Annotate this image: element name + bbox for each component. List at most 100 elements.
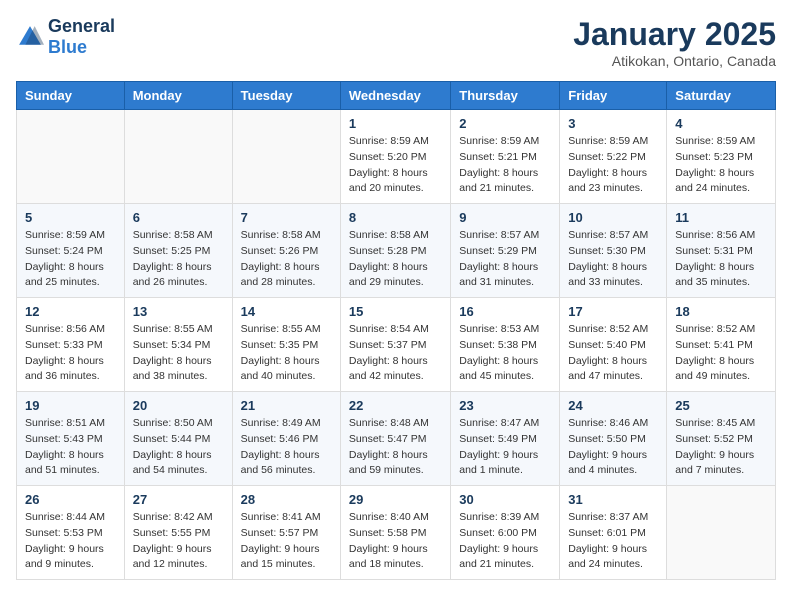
day-number: 13 xyxy=(133,304,224,319)
day-info: Sunrise: 8:55 AM Sunset: 5:34 PM Dayligh… xyxy=(133,322,224,385)
day-number: 30 xyxy=(459,492,551,507)
calendar-cell: 29 Sunrise: 8:40 AM Sunset: 5:58 PM Dayli… xyxy=(340,486,450,580)
day-number: 6 xyxy=(133,210,224,225)
calendar-week-row: 12 Sunrise: 8:56 AM Sunset: 5:33 PM Dayli… xyxy=(17,298,776,392)
day-info: Sunrise: 8:41 AM Sunset: 5:57 PM Dayligh… xyxy=(241,510,332,573)
day-number: 19 xyxy=(25,398,116,413)
day-number: 14 xyxy=(241,304,332,319)
day-info: Sunrise: 8:37 AM Sunset: 6:01 PM Dayligh… xyxy=(568,510,658,573)
calendar-cell: 1 Sunrise: 8:59 AM Sunset: 5:20 PM Daylig… xyxy=(340,110,450,204)
calendar-cell: 19 Sunrise: 8:51 AM Sunset: 5:43 PM Dayli… xyxy=(17,392,125,486)
calendar-cell xyxy=(667,486,776,580)
calendar-cell: 10 Sunrise: 8:57 AM Sunset: 5:30 PM Dayli… xyxy=(560,204,667,298)
day-number: 17 xyxy=(568,304,658,319)
weekday-header: Wednesday xyxy=(340,82,450,110)
calendar-cell: 6 Sunrise: 8:58 AM Sunset: 5:25 PM Daylig… xyxy=(124,204,232,298)
day-number: 27 xyxy=(133,492,224,507)
logo-general: General xyxy=(48,16,115,36)
calendar-cell: 18 Sunrise: 8:52 AM Sunset: 5:41 PM Dayli… xyxy=(667,298,776,392)
day-number: 5 xyxy=(25,210,116,225)
calendar-cell: 31 Sunrise: 8:37 AM Sunset: 6:01 PM Dayli… xyxy=(560,486,667,580)
day-number: 11 xyxy=(675,210,767,225)
calendar-cell: 16 Sunrise: 8:53 AM Sunset: 5:38 PM Dayli… xyxy=(451,298,560,392)
calendar-cell: 2Sunrise: 8:59 AM Sunset: 5:21 PM Daylig… xyxy=(451,110,560,204)
calendar-cell: 14 Sunrise: 8:55 AM Sunset: 5:35 PM Dayli… xyxy=(232,298,340,392)
calendar-cell: 26Sunrise: 8:44 AM Sunset: 5:53 PM Dayli… xyxy=(17,486,125,580)
day-info: Sunrise: 8:59 AM Sunset: 5:20 PM Dayligh… xyxy=(349,134,442,197)
day-number: 7 xyxy=(241,210,332,225)
day-number: 10 xyxy=(568,210,658,225)
calendar-cell: 3 Sunrise: 8:59 AM Sunset: 5:22 PM Daylig… xyxy=(560,110,667,204)
day-number: 24 xyxy=(568,398,658,413)
day-info: Sunrise: 8:55 AM Sunset: 5:35 PM Dayligh… xyxy=(241,322,332,385)
day-info: Sunrise: 8:58 AM Sunset: 5:25 PM Dayligh… xyxy=(133,228,224,291)
calendar-week-row: 1 Sunrise: 8:59 AM Sunset: 5:20 PM Daylig… xyxy=(17,110,776,204)
day-number: 20 xyxy=(133,398,224,413)
day-info: Sunrise: 8:53 AM Sunset: 5:38 PM Dayligh… xyxy=(459,322,551,385)
day-info: Sunrise: 8:56 AM Sunset: 5:33 PM Dayligh… xyxy=(25,322,116,385)
day-info: Sunrise: 8:57 AM Sunset: 5:29 PM Dayligh… xyxy=(459,228,551,291)
day-info: Sunrise: 8:48 AM Sunset: 5:47 PM Dayligh… xyxy=(349,416,442,479)
calendar-cell: 5 Sunrise: 8:59 AM Sunset: 5:24 PM Daylig… xyxy=(17,204,125,298)
calendar-cell: 27 Sunrise: 8:42 AM Sunset: 5:55 PM Dayli… xyxy=(124,486,232,580)
calendar-cell: 13 Sunrise: 8:55 AM Sunset: 5:34 PM Dayli… xyxy=(124,298,232,392)
calendar-cell: 4Sunrise: 8:59 AM Sunset: 5:23 PM Daylig… xyxy=(667,110,776,204)
day-info: Sunrise: 8:51 AM Sunset: 5:43 PM Dayligh… xyxy=(25,416,116,479)
calendar-cell: 8Sunrise: 8:58 AM Sunset: 5:28 PM Daylig… xyxy=(340,204,450,298)
day-number: 29 xyxy=(349,492,442,507)
calendar-week-row: 5 Sunrise: 8:59 AM Sunset: 5:24 PM Daylig… xyxy=(17,204,776,298)
calendar-cell: 12 Sunrise: 8:56 AM Sunset: 5:33 PM Dayli… xyxy=(17,298,125,392)
calendar-cell: 24 Sunrise: 8:46 AM Sunset: 5:50 PM Dayli… xyxy=(560,392,667,486)
day-number: 18 xyxy=(675,304,767,319)
calendar-cell: 9Sunrise: 8:57 AM Sunset: 5:29 PM Daylig… xyxy=(451,204,560,298)
calendar-cell: 17 Sunrise: 8:52 AM Sunset: 5:40 PM Dayli… xyxy=(560,298,667,392)
logo-blue: Blue xyxy=(48,37,87,57)
day-info: Sunrise: 8:44 AM Sunset: 5:53 PM Dayligh… xyxy=(25,510,116,573)
calendar-cell: 28 Sunrise: 8:41 AM Sunset: 5:57 PM Dayli… xyxy=(232,486,340,580)
day-number: 16 xyxy=(459,304,551,319)
day-info: Sunrise: 8:58 AM Sunset: 5:26 PM Dayligh… xyxy=(241,228,332,291)
day-number: 23 xyxy=(459,398,551,413)
day-info: Sunrise: 8:59 AM Sunset: 5:22 PM Dayligh… xyxy=(568,134,658,197)
day-info: Sunrise: 8:57 AM Sunset: 5:30 PM Dayligh… xyxy=(568,228,658,291)
logo-text: General Blue xyxy=(48,16,115,58)
day-info: Sunrise: 8:45 AM Sunset: 5:52 PM Dayligh… xyxy=(675,416,767,479)
day-number: 1 xyxy=(349,116,442,131)
day-info: Sunrise: 8:59 AM Sunset: 5:24 PM Dayligh… xyxy=(25,228,116,291)
day-info: Sunrise: 8:50 AM Sunset: 5:44 PM Dayligh… xyxy=(133,416,224,479)
day-info: Sunrise: 8:47 AM Sunset: 5:49 PM Dayligh… xyxy=(459,416,551,479)
calendar-week-row: 26Sunrise: 8:44 AM Sunset: 5:53 PM Dayli… xyxy=(17,486,776,580)
weekday-header: Tuesday xyxy=(232,82,340,110)
day-number: 21 xyxy=(241,398,332,413)
calendar-cell: 11Sunrise: 8:56 AM Sunset: 5:31 PM Dayli… xyxy=(667,204,776,298)
calendar-cell xyxy=(17,110,125,204)
day-info: Sunrise: 8:49 AM Sunset: 5:46 PM Dayligh… xyxy=(241,416,332,479)
day-number: 31 xyxy=(568,492,658,507)
month-title: January 2025 xyxy=(573,16,776,53)
day-number: 28 xyxy=(241,492,332,507)
calendar-table: SundayMondayTuesdayWednesdayThursdayFrid… xyxy=(16,81,776,580)
day-number: 25 xyxy=(675,398,767,413)
calendar-cell: 7 Sunrise: 8:58 AM Sunset: 5:26 PM Daylig… xyxy=(232,204,340,298)
page-header: General Blue January 2025 Atikokan, Onta… xyxy=(16,16,776,69)
weekday-header: Sunday xyxy=(17,82,125,110)
logo-icon xyxy=(16,23,44,51)
day-number: 8 xyxy=(349,210,442,225)
day-info: Sunrise: 8:52 AM Sunset: 5:40 PM Dayligh… xyxy=(568,322,658,385)
day-info: Sunrise: 8:39 AM Sunset: 6:00 PM Dayligh… xyxy=(459,510,551,573)
title-block: January 2025 Atikokan, Ontario, Canada xyxy=(573,16,776,69)
day-info: Sunrise: 8:46 AM Sunset: 5:50 PM Dayligh… xyxy=(568,416,658,479)
day-info: Sunrise: 8:40 AM Sunset: 5:58 PM Dayligh… xyxy=(349,510,442,573)
day-number: 12 xyxy=(25,304,116,319)
calendar-cell: 15Sunrise: 8:54 AM Sunset: 5:37 PM Dayli… xyxy=(340,298,450,392)
day-info: Sunrise: 8:42 AM Sunset: 5:55 PM Dayligh… xyxy=(133,510,224,573)
day-number: 3 xyxy=(568,116,658,131)
day-info: Sunrise: 8:54 AM Sunset: 5:37 PM Dayligh… xyxy=(349,322,442,385)
day-info: Sunrise: 8:59 AM Sunset: 5:21 PM Dayligh… xyxy=(459,134,551,197)
calendar-cell: 25 Sunrise: 8:45 AM Sunset: 5:52 PM Dayli… xyxy=(667,392,776,486)
day-info: Sunrise: 8:52 AM Sunset: 5:41 PM Dayligh… xyxy=(675,322,767,385)
day-number: 4 xyxy=(675,116,767,131)
calendar-cell: 30 Sunrise: 8:39 AM Sunset: 6:00 PM Dayli… xyxy=(451,486,560,580)
calendar-cell: 22Sunrise: 8:48 AM Sunset: 5:47 PM Dayli… xyxy=(340,392,450,486)
calendar-cell: 23 Sunrise: 8:47 AM Sunset: 5:49 PM Dayli… xyxy=(451,392,560,486)
